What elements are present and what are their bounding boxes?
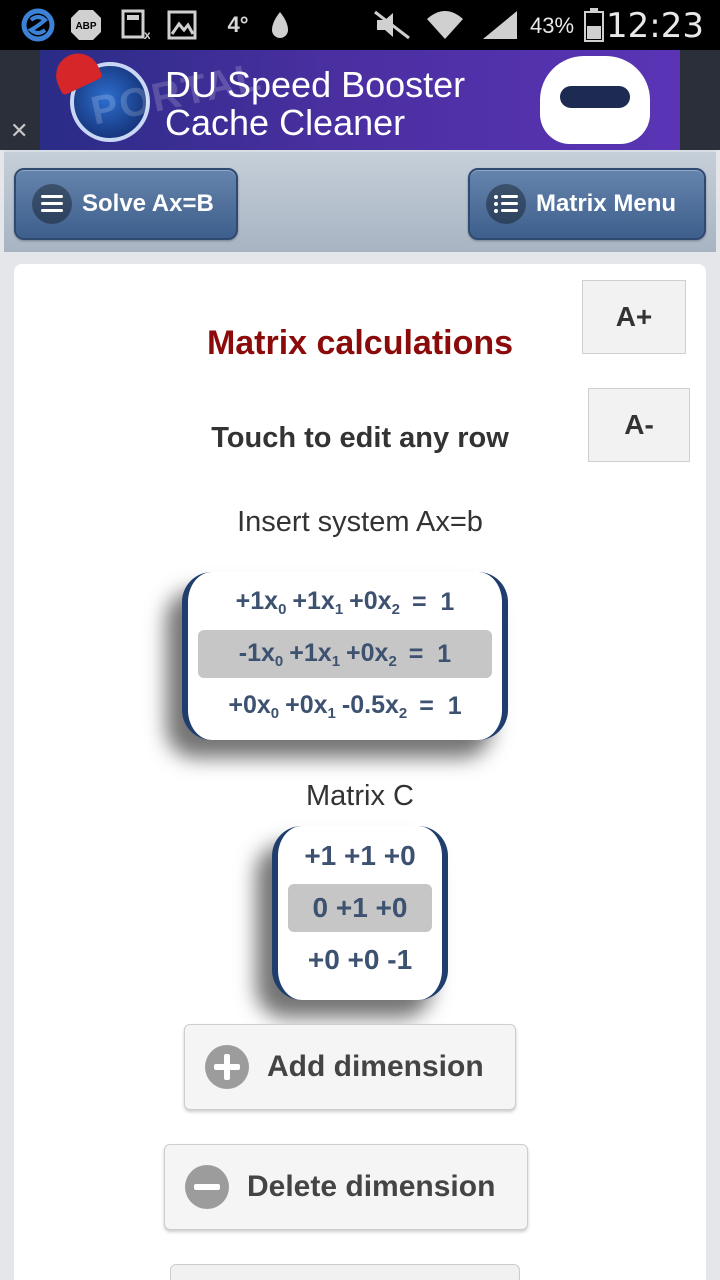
adblock-icon: ABP — [68, 9, 104, 41]
wifi-icon — [424, 9, 466, 41]
system-term: +0x2 — [346, 638, 397, 670]
status-bar: ABP x 4° 43% 12:23 — [0, 0, 720, 50]
page-title: Matrix calculations — [206, 324, 514, 362]
ad-mascot-icon — [540, 56, 650, 144]
battery-percent: 43% — [530, 13, 575, 38]
s-app-icon — [20, 8, 56, 42]
add-dimension-label: Add dimension — [267, 1050, 484, 1083]
signal-icon — [480, 9, 520, 41]
solve-button[interactable]: Solve Ax=B — [14, 168, 238, 240]
image-icon — [166, 9, 198, 41]
battery-icon — [582, 8, 606, 42]
svg-text:x: x — [144, 28, 150, 41]
next-button-partial[interactable] — [170, 1264, 520, 1280]
gas-icon — [266, 9, 294, 41]
svg-text:ABP: ABP — [75, 21, 96, 32]
calculator-icon: x — [118, 9, 152, 41]
list-icon — [486, 184, 526, 224]
matrix-label: Matrix C — [306, 780, 414, 812]
system-row[interactable]: +1x0 +1x1 +0x2 = 1 — [198, 578, 492, 626]
insert-label: Insert system Ax=b — [237, 506, 483, 538]
system-rhs: = 1 — [411, 587, 455, 616]
system-term: +0x2 — [349, 586, 400, 618]
matrix-c: +1 +1 +0 0 +1 +0 +0 +0 -1 — [272, 826, 448, 1000]
mute-icon — [372, 9, 412, 41]
delete-dimension-label: Delete dimension — [247, 1170, 496, 1203]
matrix-menu-button[interactable]: Matrix Menu — [468, 168, 706, 240]
instruction-text: Touch to edit any row — [211, 422, 509, 454]
delete-dimension-button[interactable]: Delete dimension — [164, 1144, 528, 1230]
system-term: +0x1 — [285, 690, 336, 722]
matrix-menu-label: Matrix Menu — [536, 190, 677, 217]
system-term: -0.5x2 — [341, 690, 408, 722]
clock: 12:23 — [606, 6, 704, 46]
system-matrix: +1x0 +1x1 +0x2 = 1 -1x0 +1x1 +0x2 = 1 +0x0 +0x1… — [182, 572, 508, 740]
ad-banner[interactable]: DU Speed Booster Cache Cleaner PORTAL ✕ — [0, 50, 720, 150]
temperature-icon: 4° — [227, 12, 249, 37]
add-dimension-button[interactable]: Add dimension — [184, 1024, 516, 1110]
system-rhs: = 1 — [408, 639, 452, 668]
system-term: +1x1 — [289, 638, 341, 670]
matrix-row[interactable]: +0 +0 -1 — [288, 936, 432, 984]
solve-button-label: Solve Ax=B — [82, 190, 214, 217]
minus-icon — [185, 1165, 229, 1209]
toolbar: Solve Ax=B Matrix Menu — [4, 150, 716, 252]
menu-icon — [32, 184, 72, 224]
system-row[interactable]: +0x0 +0x1 -0.5x2 = 1 — [198, 682, 492, 730]
system-term: +1x0 — [235, 586, 287, 618]
plus-icon — [205, 1045, 249, 1089]
main-content: A+ A- Matrix calculations Touch to edit … — [14, 264, 706, 1280]
matrix-row[interactable]: +1 +1 +0 — [288, 832, 432, 880]
system-term: +1x1 — [292, 586, 344, 618]
ad-content[interactable]: DU Speed Booster Cache Cleaner PORTAL — [40, 50, 680, 150]
matrix-row[interactable]: 0 +1 +0 — [288, 884, 432, 932]
system-term: -1x0 — [238, 638, 284, 670]
ad-close-icon[interactable]: ✕ — [10, 118, 28, 144]
system-rhs: = 1 — [419, 691, 462, 720]
system-term: +0x0 — [228, 690, 280, 722]
system-row[interactable]: -1x0 +1x1 +0x2 = 1 — [198, 630, 492, 678]
